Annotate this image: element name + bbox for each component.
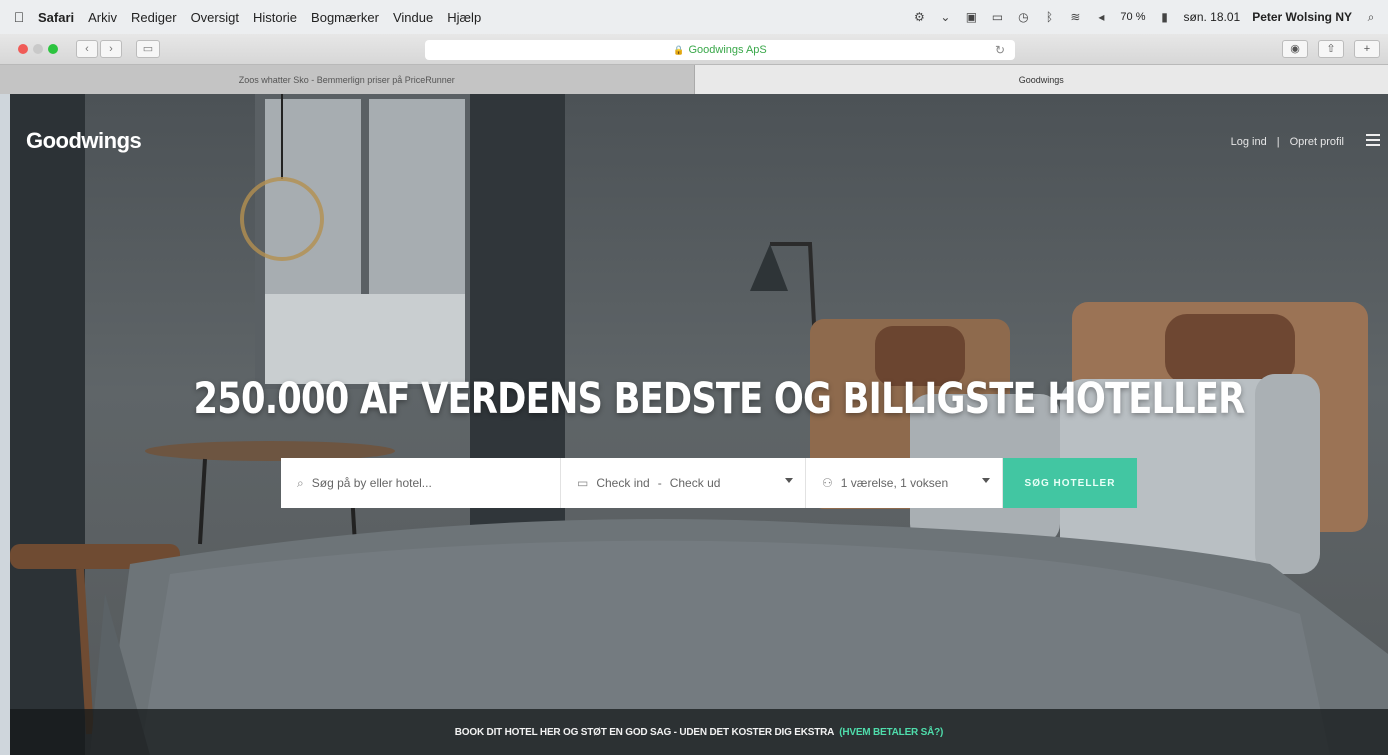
menubar-clock[interactable]: søn. 18.01 [1184, 10, 1241, 24]
lock-icon: 🔒 [673, 44, 685, 55]
checkin-label: Check ind [596, 476, 650, 490]
menu-vindue[interactable]: Vindue [393, 10, 433, 25]
goodwings-page: Goodwings Log ind | Opret profil 250.000… [10, 94, 1388, 755]
toolbar-right: ◉ ⇧ + [1282, 40, 1380, 58]
tab-pricerunner[interactable]: Zoos whatter Sko - Bemmerlign priser på … [0, 65, 695, 94]
share-icon[interactable]: ⇧ [1318, 40, 1344, 58]
checkout-label: Check ud [669, 476, 721, 490]
date-separator: - [657, 476, 662, 490]
menu-hjaelp[interactable]: Hjælp [447, 10, 481, 25]
spotlight-icon[interactable]: ⌕ [1364, 10, 1378, 24]
promo-text: BOOK DIT HOTEL HER OG STØT EN GOD SAG - … [454, 726, 835, 738]
menu-bogmaerker[interactable]: Bogmærker [311, 10, 379, 25]
wifi-icon[interactable]: ≋ [1068, 10, 1082, 24]
calendar-icon: ▭ [577, 476, 589, 490]
navigation-buttons: ‹ › [76, 40, 122, 58]
sidebar-toggle-icon[interactable]: ▭ [136, 40, 160, 58]
hero-background-image [10, 94, 1388, 755]
chevron-down-icon [785, 478, 793, 483]
person-icon: ⚇ [822, 476, 833, 490]
login-link[interactable]: Log ind [1231, 136, 1267, 148]
safari-toolbar: ‹ › ▭ 🔒 Goodwings ApS ↻ ◉ ⇧ + [0, 34, 1388, 64]
account-links: Log ind | Opret profil [1231, 136, 1344, 148]
destination-placeholder: Søg på by eller hotel... [311, 476, 432, 490]
minimize-window-icon[interactable] [33, 44, 43, 54]
menu-icon-bar [1366, 139, 1380, 141]
signup-link[interactable]: Opret profil [1290, 136, 1344, 148]
reload-icon[interactable]: ↻ [995, 43, 1005, 57]
tab-goodwings[interactable]: Goodwings [694, 65, 1388, 94]
address-text: Goodwings ApS [688, 44, 767, 56]
menu-icon[interactable] [1366, 134, 1380, 146]
goodwings-logo[interactable]: Goodwings [26, 128, 142, 154]
search-icon: ⌕ [297, 475, 304, 490]
menu-icon-bar [1366, 144, 1380, 146]
time-machine-icon[interactable]: ◷ [1016, 10, 1030, 24]
battery-percent[interactable]: 70 % [1120, 11, 1145, 23]
menu-rediger[interactable]: Rediger [131, 10, 177, 25]
volume-icon[interactable]: ◂ [1094, 10, 1108, 24]
close-window-icon[interactable] [18, 44, 28, 54]
back-icon[interactable]: ‹ [76, 40, 98, 58]
chevron-down-icon [982, 478, 990, 483]
hero-headline: 250.000 AF VERDENS BEDSTE OG BILLIGSTE H… [193, 374, 1246, 424]
menubar-user[interactable]: Peter Wolsing NY [1252, 10, 1352, 24]
new-tab-icon[interactable]: + [1354, 40, 1380, 58]
dropbox-icon[interactable]: ▣ [964, 10, 978, 24]
airplay-icon[interactable]: ▭ [990, 10, 1004, 24]
address-bar[interactable]: 🔒 Goodwings ApS ↻ [425, 40, 1015, 60]
hotel-search-form: ⌕ Søg på by eller hotel... ▭ Check ind -… [281, 458, 1137, 508]
menu-safari[interactable]: Safari [38, 10, 74, 25]
menu-icon-bar [1366, 134, 1380, 136]
who-pays-link[interactable]: (HVEM BETALER SÅ?) [839, 727, 943, 738]
menu-oversigt[interactable]: Oversigt [191, 10, 239, 25]
pocket-icon[interactable]: ⌄ [938, 10, 952, 24]
window-controls [18, 44, 58, 54]
promo-footer-bar: BOOK DIT HOTEL HER OG STØT EN GOD SAG - … [10, 709, 1388, 755]
fullscreen-window-icon[interactable] [48, 44, 58, 54]
date-range-field[interactable]: ▭ Check ind - Check ud [561, 458, 806, 508]
destination-field[interactable]: ⌕ Søg på by eller hotel... [281, 458, 561, 508]
guests-field[interactable]: ⚇ 1 værelse, 1 voksen [806, 458, 1003, 508]
link-divider: | [1276, 136, 1280, 148]
search-hotels-button[interactable]: SØG HOTELLER [1003, 458, 1137, 508]
status-area: ⚙ ⌄ ▣ ▭ ◷ ᛒ ≋ ◂ 70 % ▮ søn. 18.01 Peter … [912, 0, 1378, 34]
extension-icon[interactable]: ⚙ [912, 10, 926, 24]
macos-menubar:  Safari Arkiv Rediger Oversigt Historie… [0, 0, 1388, 34]
apple-icon[interactable]:  [0, 9, 38, 25]
bluetooth-icon[interactable]: ᛒ [1042, 10, 1056, 24]
battery-icon[interactable]: ▮ [1158, 10, 1172, 24]
extension-button-icon[interactable]: ◉ [1282, 40, 1308, 58]
menu-historie[interactable]: Historie [253, 10, 297, 25]
forward-icon[interactable]: › [100, 40, 122, 58]
menu-arkiv[interactable]: Arkiv [88, 10, 117, 25]
tab-bar: Zoos whatter Sko - Bemmerlign priser på … [0, 64, 1388, 94]
guests-value: 1 værelse, 1 voksen [840, 476, 949, 490]
